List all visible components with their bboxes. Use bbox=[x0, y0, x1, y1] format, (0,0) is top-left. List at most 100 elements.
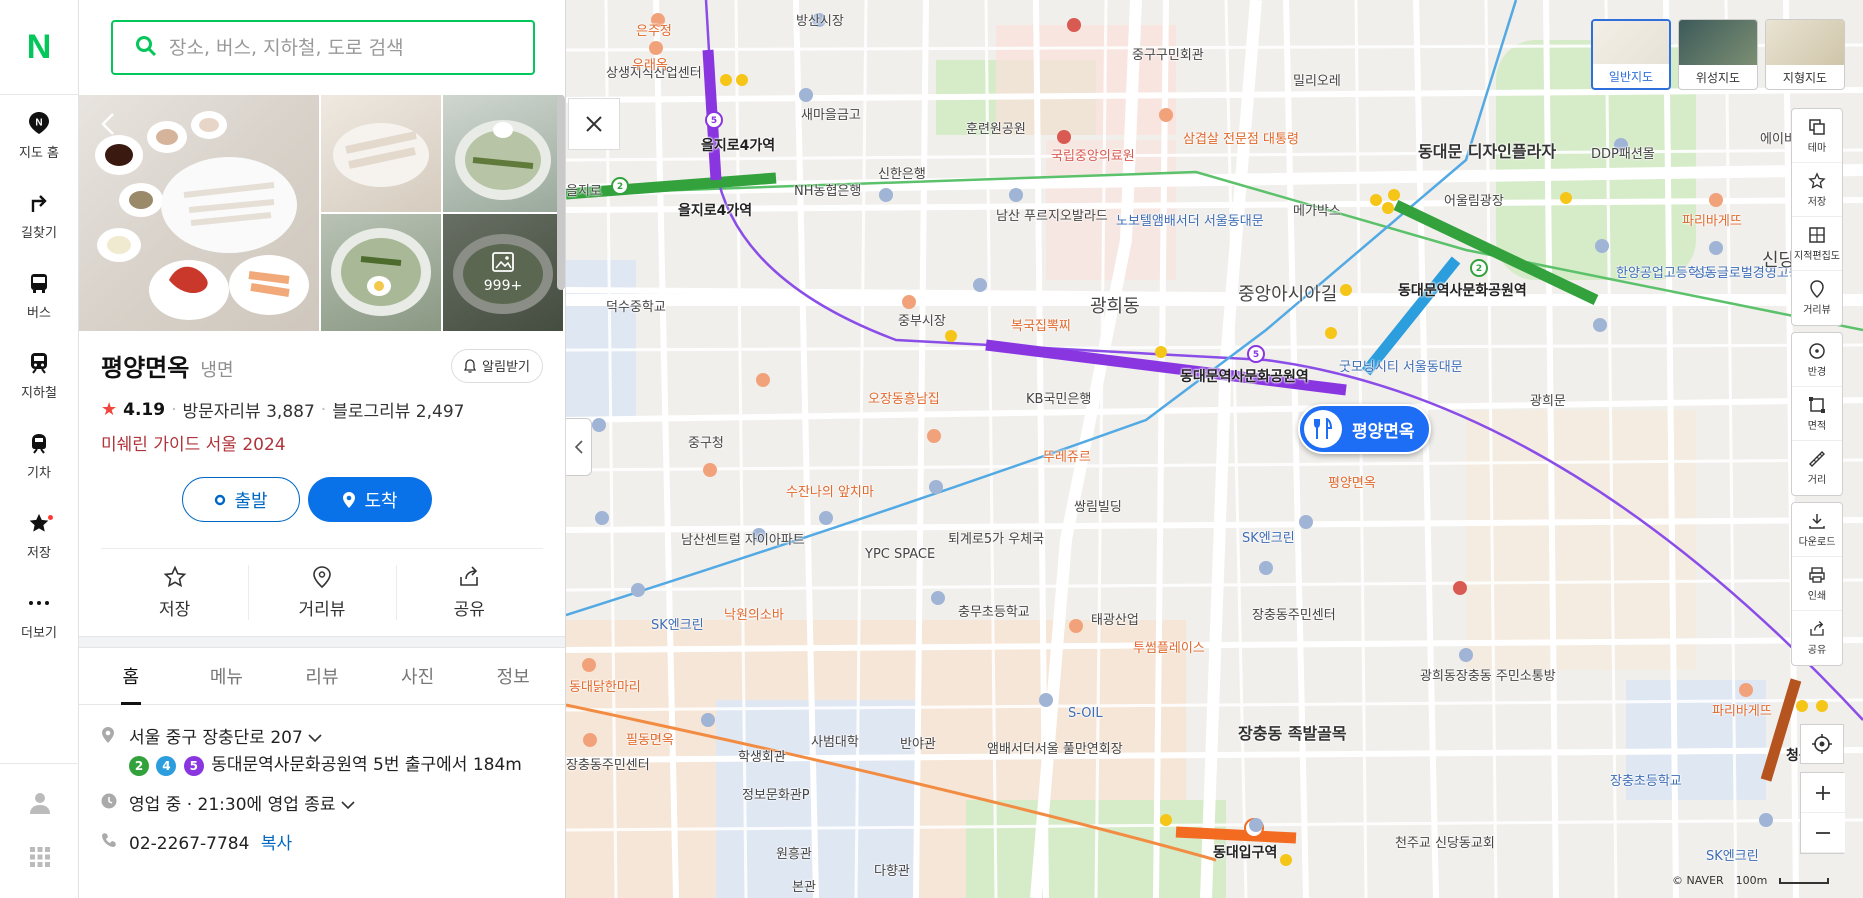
map-label[interactable]: 국립중앙의료원 bbox=[1051, 145, 1135, 164]
map-label[interactable]: 원흥관 bbox=[776, 843, 812, 862]
nav-subway[interactable]: 지하철 bbox=[0, 335, 78, 415]
nav-map-home[interactable]: N 지도 홈 bbox=[0, 95, 78, 175]
map-label[interactable]: 장충초등학교 bbox=[1610, 770, 1682, 789]
collapse-panel-button[interactable] bbox=[566, 418, 592, 476]
map-label[interactable]: 광희동 bbox=[1090, 292, 1140, 318]
notify-button[interactable]: 알림받기 bbox=[451, 348, 543, 383]
photo-thumb[interactable] bbox=[321, 95, 441, 212]
tab-info[interactable]: 정보 bbox=[465, 648, 561, 704]
map-label[interactable]: 앰배서더서울 풀만연회장 bbox=[987, 738, 1123, 757]
map-label[interactable]: NH농협은행 bbox=[794, 180, 861, 199]
map-label[interactable]: 필동면옥 bbox=[626, 729, 674, 748]
map-label[interactable]: 남산 푸르지오발라드 bbox=[996, 205, 1108, 224]
save-action[interactable]: 저장 bbox=[101, 549, 248, 636]
map-label[interactable]: 우래옥 bbox=[632, 54, 668, 73]
map-label[interactable]: 충무초등학교 bbox=[958, 601, 1030, 620]
map-label[interactable]: 을지로 bbox=[566, 180, 602, 199]
my-location-button[interactable] bbox=[1800, 724, 1844, 764]
user-icon[interactable] bbox=[29, 791, 51, 819]
map-label[interactable]: 동대문 디자인플라자 bbox=[1418, 138, 1556, 162]
visitor-reviews-link[interactable]: 방문자리뷰 3,887 bbox=[183, 397, 315, 422]
map-label[interactable]: 삼겹살 전문점 대통령 bbox=[1183, 128, 1299, 147]
map-label[interactable]: 남산센트럴 자이아파트 bbox=[681, 529, 805, 548]
map-label[interactable]: 메가박스 bbox=[1293, 200, 1341, 219]
map-label[interactable]: 새마을금고 bbox=[801, 104, 861, 123]
map-label[interactable]: KB국민은행 bbox=[1026, 388, 1091, 407]
save-tool[interactable]: 저장 bbox=[1792, 163, 1842, 217]
nav-saved[interactable]: 저장 bbox=[0, 495, 78, 575]
map-label[interactable]: 투썸플레이스 bbox=[1133, 637, 1205, 656]
tab-menu[interactable]: 메뉴 bbox=[179, 648, 275, 704]
map-label[interactable]: 다향관 bbox=[874, 860, 910, 879]
station-label[interactable]: 동대문역사문화공원역 bbox=[1398, 280, 1527, 300]
area-tool[interactable]: 면적 bbox=[1792, 387, 1842, 441]
map-label[interactable]: 밀리오레 bbox=[1293, 70, 1341, 89]
map-label[interactable]: 반야관 bbox=[900, 733, 936, 752]
zoom-out-button[interactable] bbox=[1801, 813, 1845, 853]
map-label[interactable]: 중구구민회관 bbox=[1132, 44, 1204, 63]
map-label[interactable]: 수잔나의 앞치마 bbox=[786, 481, 874, 500]
naver-logo[interactable]: N bbox=[0, 0, 78, 95]
map-label[interactable]: 동대닭한마리 bbox=[569, 676, 641, 695]
map-label[interactable]: 본관 bbox=[792, 876, 816, 895]
theme-tool[interactable]: 테마 bbox=[1792, 109, 1842, 163]
photo-thumb[interactable] bbox=[321, 214, 441, 331]
nav-more[interactable]: 더보기 bbox=[0, 575, 78, 655]
map-label[interactable]: 오장동흥남집 bbox=[868, 388, 940, 407]
tab-photos[interactable]: 사진 bbox=[370, 648, 466, 704]
map-label[interactable]: 복국집뽁찌 bbox=[1011, 315, 1071, 334]
station-label[interactable]: 동대문역사문화공원역 bbox=[1180, 366, 1309, 386]
layer-terrain[interactable]: 지형지도 bbox=[1765, 19, 1845, 90]
arrive-button[interactable]: 도착 bbox=[308, 477, 432, 522]
share-action[interactable]: 공유 bbox=[395, 549, 543, 636]
radius-tool[interactable]: 반경 bbox=[1792, 333, 1842, 387]
map-canvas[interactable]: 5 2 2 5 3 bbox=[566, 0, 1863, 898]
photo-gallery[interactable]: 999+ bbox=[79, 95, 565, 331]
map-label[interactable]: YPC SPACE bbox=[865, 547, 935, 562]
tab-reviews[interactable]: 리뷰 bbox=[274, 648, 370, 704]
search-input[interactable] bbox=[169, 36, 509, 59]
station-label[interactable]: 을지로4가역 bbox=[701, 135, 775, 155]
map-label[interactable]: 장충동 족발골목 bbox=[1238, 720, 1347, 744]
map-label[interactable]: 덕수중학교 bbox=[606, 296, 666, 315]
map-label[interactable]: 어울림광장 bbox=[1444, 190, 1504, 209]
map-label[interactable]: 중앙아시아길 bbox=[1238, 280, 1337, 306]
nav-bus[interactable]: 버스 bbox=[0, 255, 78, 335]
map-label[interactable]: 광희동장충동 주민소통방 bbox=[1420, 665, 1556, 684]
search-box[interactable] bbox=[111, 20, 535, 75]
print-tool[interactable]: 인쇄 bbox=[1792, 557, 1842, 611]
nav-directions[interactable]: 길찾기 bbox=[0, 175, 78, 255]
photo-thumb-more[interactable]: 999+ bbox=[443, 214, 563, 331]
map-label[interactable]: 뚜레쥬르 bbox=[1043, 446, 1091, 465]
station-label[interactable]: 동대입구역 bbox=[1213, 842, 1277, 862]
map-label[interactable]: 낙원의소바 bbox=[724, 604, 784, 623]
map-label[interactable]: 파리바게뜨 bbox=[1712, 700, 1772, 719]
pin-bubble[interactable]: 평양면옥 bbox=[1298, 404, 1431, 454]
street-view-action[interactable]: 거리뷰 bbox=[248, 549, 395, 636]
back-button[interactable] bbox=[93, 109, 123, 139]
map-label[interactable]: 천주교 신당동교회 bbox=[1395, 832, 1495, 851]
nav-train[interactable]: 기차 bbox=[0, 415, 78, 495]
blog-reviews-link[interactable]: 블로그리뷰 2,497 bbox=[332, 397, 464, 422]
map-label[interactable]: 훈련원공원 bbox=[966, 118, 1026, 137]
map-label[interactable]: 방산시장 bbox=[796, 10, 844, 29]
map-label[interactable]: 파리바게뜨 bbox=[1682, 210, 1742, 229]
map-label[interactable]: 광희문 bbox=[1530, 390, 1566, 409]
map-label[interactable]: 학생회관 bbox=[738, 746, 786, 765]
selected-place-pin[interactable]: 평양면옥 평양면옥 bbox=[1298, 404, 1431, 491]
map-label[interactable]: S-OIL bbox=[1068, 706, 1103, 721]
hours-row[interactable]: 영업 중 · 21:30에 영업 종료 bbox=[101, 790, 543, 815]
share-tool[interactable]: 공유 bbox=[1792, 611, 1842, 665]
map-label[interactable]: 굿모닝시티 서울동대문 bbox=[1339, 356, 1463, 375]
map-label[interactable]: SK엔크린 bbox=[1706, 845, 1759, 864]
map-label[interactable]: 장충동주민센터 bbox=[566, 754, 650, 773]
map-label[interactable]: 중구청 bbox=[688, 432, 724, 451]
map-label[interactable]: 태광산업 bbox=[1091, 609, 1139, 628]
michelin-badge[interactable]: 미쉐린 가이드 서울 2024 bbox=[101, 430, 543, 455]
panel-scrollbar[interactable] bbox=[557, 95, 565, 290]
map-label[interactable]: 쌍림빌딩 bbox=[1074, 496, 1122, 515]
distance-tool[interactable]: 거리 bbox=[1792, 441, 1842, 495]
close-panel-button[interactable] bbox=[568, 98, 620, 150]
zoom-in-button[interactable] bbox=[1801, 773, 1845, 813]
tab-home[interactable]: 홈 bbox=[83, 648, 179, 705]
